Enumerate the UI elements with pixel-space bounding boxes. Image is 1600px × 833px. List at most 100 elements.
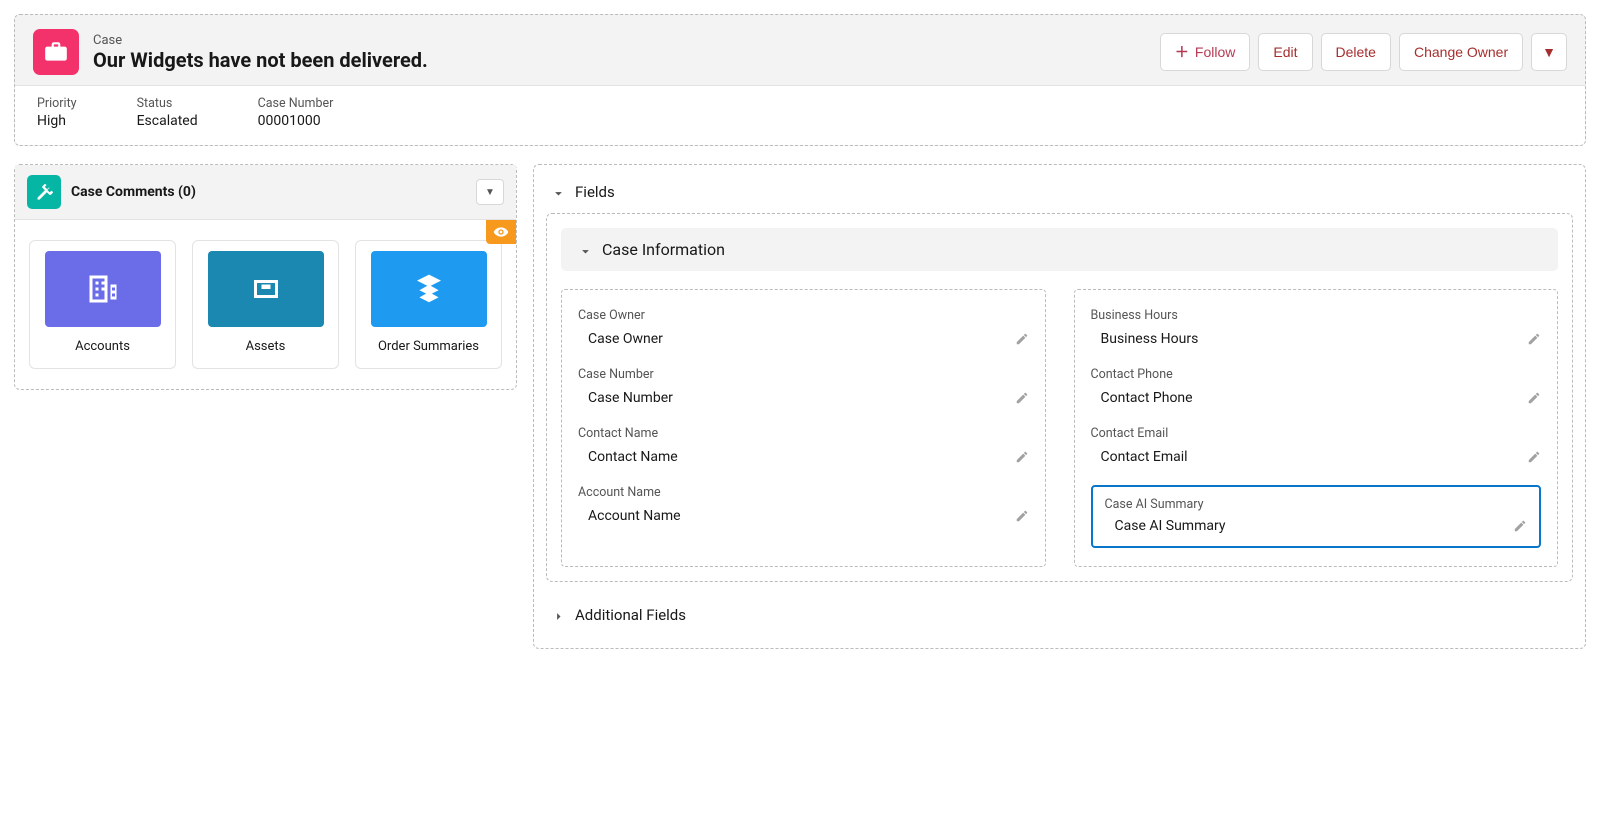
field-label: Case AI Summary	[1105, 497, 1528, 512]
header-field-case-number: Case Number 00001000	[258, 96, 334, 129]
edit-field-button[interactable]	[1015, 332, 1029, 346]
field-value: Account Name	[588, 508, 681, 524]
case-information-title: Case Information	[602, 240, 725, 259]
action-buttons: ＋ Follow Edit Delete Change Owner ▼	[1160, 33, 1567, 71]
case-icon	[33, 29, 79, 75]
pencil-icon	[1015, 332, 1029, 346]
edit-field-button[interactable]	[1015, 391, 1029, 405]
building-icon	[45, 251, 161, 327]
field-contact-email: Contact Email Contact Email	[1091, 426, 1542, 465]
header-field-label: Status	[137, 96, 198, 111]
chevron-right-icon	[552, 609, 565, 622]
field-label: Account Name	[578, 485, 1029, 500]
header-fields-row: Priority High Status Escalated Case Numb…	[15, 85, 1585, 145]
pencil-icon	[1527, 391, 1541, 405]
delete-button[interactable]: Delete	[1321, 33, 1391, 71]
chevron-down-icon	[552, 186, 565, 199]
header-field-value: High	[37, 113, 77, 129]
field-label: Contact Phone	[1091, 367, 1542, 382]
additional-fields-header[interactable]: Additional Fields	[546, 600, 1573, 636]
field-value: Case AI Summary	[1115, 518, 1226, 534]
layers-icon	[371, 251, 487, 327]
field-label: Case Owner	[578, 308, 1029, 323]
page-title: Our Widgets have not been delivered.	[93, 48, 428, 72]
edit-field-button[interactable]	[1527, 391, 1541, 405]
fields-container: Case Information Case Owner Case Owner C…	[546, 213, 1573, 582]
field-label: Business Hours	[1091, 308, 1542, 323]
follow-button-label: Follow	[1195, 44, 1235, 60]
entity-label: Case	[93, 33, 428, 48]
package-icon	[208, 251, 324, 327]
pencil-icon	[1015, 450, 1029, 464]
header-field-value: Escalated	[137, 113, 198, 129]
additional-fields-title: Additional Fields	[575, 606, 686, 624]
record-header-card: Case Our Widgets have not been delivered…	[14, 14, 1586, 146]
case-info-two-col: Case Owner Case Owner Case Number Case N…	[561, 289, 1558, 567]
pencil-icon	[1527, 332, 1541, 346]
tiles-row: Accounts Assets Order Summaries	[29, 240, 502, 369]
right-column: Fields Case Information Case Owner Case …	[533, 164, 1586, 649]
tile-order-summaries[interactable]: Order Summaries	[355, 240, 502, 369]
caret-down-icon: ▼	[1542, 44, 1556, 60]
edit-button[interactable]: Edit	[1258, 33, 1312, 71]
field-case-number: Case Number Case Number	[578, 367, 1029, 406]
field-business-hours: Business Hours Business Hours	[1091, 308, 1542, 347]
header-field-label: Priority	[37, 96, 77, 111]
field-account-name: Account Name Account Name	[578, 485, 1029, 524]
related-list-card: Case Comments (0) ▼	[15, 165, 516, 220]
field-value: Contact Email	[1101, 449, 1188, 465]
fields-section-title: Fields	[575, 183, 615, 201]
field-label: Case Number	[578, 367, 1029, 382]
change-owner-button[interactable]: Change Owner	[1399, 33, 1523, 71]
header-field-value: 00001000	[258, 113, 334, 129]
header-field-label: Case Number	[258, 96, 334, 111]
tile-accounts[interactable]: Accounts	[29, 240, 176, 369]
field-case-owner: Case Owner Case Owner	[578, 308, 1029, 347]
field-value: Contact Name	[588, 449, 678, 465]
wrench-icon	[27, 175, 61, 209]
related-list-menu-button[interactable]: ▼	[476, 179, 504, 205]
more-actions-button[interactable]: ▼	[1531, 33, 1567, 71]
field-label: Contact Email	[1091, 426, 1542, 441]
field-contact-phone: Contact Phone Contact Phone	[1091, 367, 1542, 406]
follow-button[interactable]: ＋ Follow	[1160, 33, 1250, 71]
eye-icon	[493, 224, 509, 240]
record-header-left: Case Our Widgets have not been delivered…	[33, 29, 428, 75]
pencil-icon	[1513, 519, 1527, 533]
header-field-priority: Priority High	[37, 96, 77, 129]
field-value: Case Owner	[588, 331, 663, 347]
tile-label: Accounts	[75, 339, 130, 354]
record-header-top: Case Our Widgets have not been delivered…	[15, 15, 1585, 85]
main-layout: Case Comments (0) ▼ Accounts	[14, 164, 1586, 649]
pencil-icon	[1015, 391, 1029, 405]
case-info-left-box: Case Owner Case Owner Case Number Case N…	[561, 289, 1046, 567]
field-value: Contact Phone	[1101, 390, 1193, 406]
related-list-title[interactable]: Case Comments (0)	[71, 184, 196, 200]
case-info-right-box: Business Hours Business Hours Contact Ph…	[1074, 289, 1559, 567]
caret-down-icon: ▼	[485, 187, 495, 198]
edit-field-button[interactable]	[1015, 450, 1029, 464]
tile-assets[interactable]: Assets	[192, 240, 339, 369]
pencil-icon	[1527, 450, 1541, 464]
visibility-badge[interactable]	[486, 220, 516, 244]
fields-section-header[interactable]: Fields	[546, 177, 1573, 213]
case-information-header[interactable]: Case Information	[561, 228, 1558, 271]
header-field-status: Status Escalated	[137, 96, 198, 129]
left-column: Case Comments (0) ▼ Accounts	[14, 164, 517, 390]
field-contact-name: Contact Name Contact Name	[578, 426, 1029, 465]
tile-label: Order Summaries	[378, 339, 479, 354]
field-label: Contact Name	[578, 426, 1029, 441]
pencil-icon	[1015, 509, 1029, 523]
edit-field-button[interactable]	[1527, 450, 1541, 464]
related-list-header: Case Comments (0) ▼	[15, 165, 516, 219]
tile-label: Assets	[246, 339, 286, 354]
edit-field-button[interactable]	[1015, 509, 1029, 523]
field-value: Business Hours	[1101, 331, 1199, 347]
field-case-ai-summary[interactable]: Case AI Summary Case AI Summary	[1091, 485, 1542, 548]
related-tiles-area: Accounts Assets Order Summaries	[15, 220, 516, 389]
field-value: Case Number	[588, 390, 673, 406]
chevron-down-icon	[579, 243, 592, 256]
edit-field-button[interactable]	[1527, 332, 1541, 346]
edit-field-button[interactable]	[1513, 519, 1527, 533]
plus-icon: ＋	[1175, 42, 1189, 62]
